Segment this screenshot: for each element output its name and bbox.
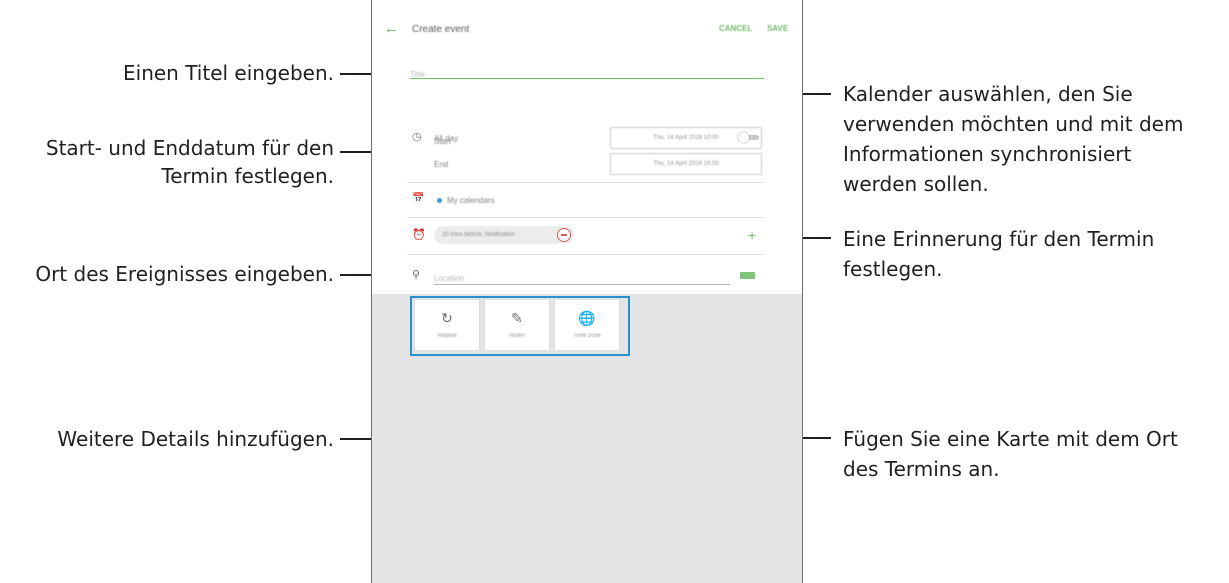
- title-placeholder: Title: [410, 70, 425, 79]
- annotation-calendar-3: Informationen synchronisiert: [843, 142, 1132, 166]
- end-label: End: [434, 160, 449, 169]
- annotation-dates-2: Termin festlegen.: [161, 164, 334, 188]
- appbar-title: Create event: [412, 24, 470, 35]
- annotation-map-2: des Termins an.: [843, 457, 1000, 481]
- start-label: Start: [434, 137, 451, 146]
- calendar-color-dot: [437, 198, 442, 203]
- annotation-calendar-2: verwenden möchten und mit dem: [843, 112, 1184, 136]
- phone-screen: ← Create event CANCEL SAVE Title ◷ All d…: [371, 0, 803, 583]
- annotation-location: Ort des Ereignisses eingeben.: [35, 262, 334, 286]
- details-highlight-frame: [410, 296, 630, 356]
- annotation-map-1: Fügen Sie eine Karte mit dem Ort: [843, 427, 1178, 451]
- location-pin-icon: ⚲: [412, 269, 421, 281]
- annotation-calendar-1: Kalender auswählen, den Sie: [843, 82, 1133, 106]
- annotation-reminder-2: festlegen.: [843, 257, 943, 281]
- annotation-details: Weitere Details hinzufügen.: [57, 427, 334, 451]
- annotation-title: Einen Titel eingeben.: [123, 61, 334, 85]
- alarm-icon: ⏰: [412, 229, 426, 241]
- location-input[interactable]: Location: [434, 268, 730, 285]
- calendar-icon: 📅: [412, 193, 425, 204]
- annotation-reminder-1: Eine Erinnerung für den Termin: [843, 227, 1155, 251]
- clock-icon: ◷: [412, 131, 422, 143]
- title-input[interactable]: Title: [410, 64, 764, 79]
- end-date-field[interactable]: Thu, 14 April 2016 16:00: [610, 153, 762, 175]
- reminder-chip[interactable]: 10 mins before, Notification: [434, 226, 574, 244]
- back-arrow-icon[interactable]: ←: [384, 20, 399, 37]
- remove-reminder-icon[interactable]: [557, 228, 571, 242]
- divider: [407, 217, 764, 218]
- divider: [407, 182, 764, 183]
- add-reminder-icon[interactable]: +: [748, 227, 756, 243]
- cancel-button[interactable]: CANCEL: [719, 24, 752, 33]
- map-button[interactable]: [740, 272, 755, 279]
- start-date-field[interactable]: Thu, 14 April 2016 10:00: [610, 127, 762, 149]
- divider: [407, 254, 764, 255]
- annotation-dates-1: Start- und Enddatum für den: [45, 136, 334, 160]
- event-form: ← Create event CANCEL SAVE Title ◷ All d…: [372, 0, 802, 294]
- location-placeholder: Location: [434, 274, 465, 283]
- calendar-selector[interactable]: My calendars: [447, 196, 495, 205]
- annotation-calendar-4: werden sollen.: [843, 172, 989, 196]
- save-button[interactable]: SAVE: [767, 24, 788, 33]
